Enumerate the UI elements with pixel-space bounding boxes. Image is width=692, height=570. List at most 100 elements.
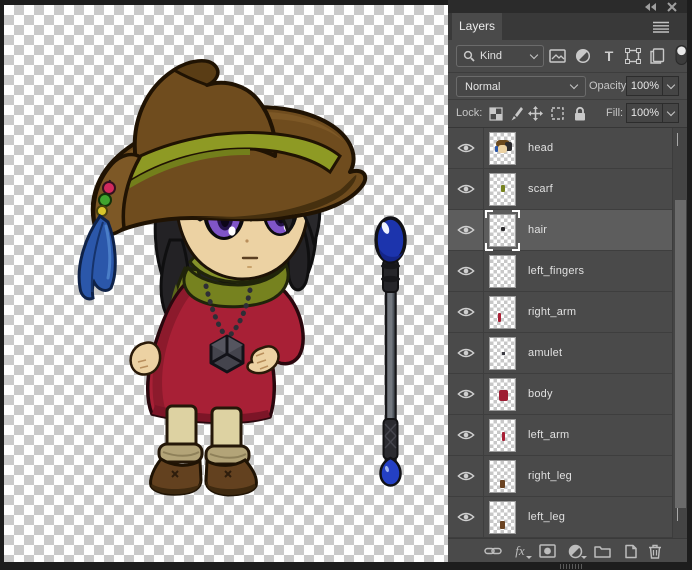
scrollbar-thumb[interactable] [675, 200, 686, 508]
panel-resize-grip[interactable] [560, 564, 582, 569]
layer-row-right_arm[interactable]: right_arm [448, 292, 672, 333]
new-layer-icon[interactable] [620, 542, 638, 560]
smart-object-filter-icon[interactable] [648, 47, 666, 65]
visibility-toggle[interactable] [448, 333, 484, 373]
layer-name[interactable]: left_leg [528, 497, 565, 538]
scroll-down-icon[interactable] [677, 508, 678, 521]
layer-row-head[interactable]: head [448, 128, 672, 169]
visibility-toggle[interactable] [448, 456, 484, 496]
lock-artboard-icon[interactable] [550, 106, 565, 121]
layer-row-right_leg[interactable]: right_leg [448, 456, 672, 497]
kind-filter-dropdown[interactable]: Kind [456, 45, 544, 67]
add-layer-mask-icon[interactable] [538, 542, 556, 560]
layer-thumbnail[interactable] [489, 460, 516, 493]
eye-icon [456, 512, 475, 522]
layer-row-left_fingers[interactable]: left_fingers [448, 251, 672, 292]
layer-thumbnail[interactable] [489, 173, 516, 206]
blend-mode-dropdown[interactable]: Normal [456, 76, 586, 97]
layer-name[interactable]: left_fingers [528, 251, 584, 292]
layer-row-scarf[interactable]: scarf [448, 169, 672, 210]
chevron-down-icon [529, 50, 539, 59]
close-icon[interactable] [665, 2, 679, 12]
layer-thumbnail[interactable] [489, 214, 516, 247]
window-frame-top [0, 0, 448, 5]
character-art [77, 59, 368, 497]
blend-row: Normal Opacity: 100% [448, 73, 687, 100]
layer-row-left_leg[interactable]: left_leg [448, 497, 672, 538]
layer-name[interactable]: right_leg [528, 456, 572, 497]
eye-icon [456, 307, 475, 317]
opacity-label: Opacity: [589, 80, 630, 92]
visibility-toggle[interactable] [448, 415, 484, 455]
panel-dock-header [448, 0, 687, 13]
eye-icon [456, 184, 475, 194]
kind-filter-value: Kind [480, 50, 503, 62]
layers-toolbar: fx [448, 538, 687, 562]
layer-name[interactable]: hair [528, 210, 547, 251]
layer-thumbnail[interactable] [489, 419, 516, 452]
layer-row-body[interactable]: body [448, 374, 672, 415]
fill-label: Fill: [606, 107, 624, 119]
visibility-toggle[interactable] [448, 169, 484, 209]
visibility-toggle[interactable] [448, 210, 484, 250]
eye-icon [456, 266, 475, 276]
delete-layer-icon[interactable] [646, 542, 664, 560]
character-artwork [77, 59, 407, 497]
staff-art [374, 216, 407, 487]
new-group-icon[interactable] [593, 542, 611, 560]
chevron-down-icon [569, 80, 579, 90]
visibility-toggle[interactable] [448, 292, 484, 332]
lock-pixels-icon[interactable] [508, 106, 523, 121]
new-adjustment-layer-icon[interactable] [566, 542, 587, 560]
eye-icon [456, 471, 475, 481]
type-layer-filter-icon[interactable]: T [600, 47, 618, 65]
layer-thumbnail[interactable] [489, 255, 516, 288]
adjustment-layer-filter-icon[interactable] [574, 47, 592, 65]
layer-name[interactable]: head [528, 128, 553, 169]
lock-all-icon[interactable] [572, 106, 587, 121]
tab-layers[interactable]: Layers [452, 13, 502, 40]
panel-right-edge [687, 0, 692, 570]
collapse-panels-icon[interactable] [643, 2, 657, 12]
panel-bottom-bar [448, 562, 687, 570]
visibility-toggle[interactable] [448, 374, 484, 414]
lock-position-icon[interactable] [528, 106, 543, 121]
layer-style-icon[interactable]: fx [511, 542, 532, 560]
eye-icon [456, 389, 475, 399]
scroll-up-icon[interactable] [677, 133, 678, 146]
layers-scrollbar[interactable] [672, 128, 687, 538]
layer-row-hair[interactable]: hair [448, 210, 672, 251]
visibility-toggle[interactable] [448, 128, 484, 168]
blend-mode-value: Normal [465, 80, 501, 93]
layer-thumbnail[interactable] [489, 501, 516, 534]
opacity-value[interactable]: 100% [626, 76, 663, 96]
layer-name[interactable]: scarf [528, 169, 553, 210]
layers-list: head scarf hair left_fingers right_arm a… [448, 128, 672, 538]
layer-name[interactable]: amulet [528, 333, 562, 374]
filter-row: Kind T [448, 40, 687, 73]
window-frame-bottom [0, 562, 448, 570]
pixel-layer-filter-icon[interactable] [548, 47, 566, 65]
layer-thumbnail[interactable] [489, 337, 516, 370]
lock-transparency-icon[interactable] [488, 106, 503, 121]
layer-row-left_arm[interactable]: left_arm [448, 415, 672, 456]
fill-dropdown-button[interactable] [662, 103, 679, 123]
visibility-toggle[interactable] [448, 497, 484, 537]
visibility-toggle[interactable] [448, 251, 484, 291]
layer-row-amulet[interactable]: amulet [448, 333, 672, 374]
layer-thumbnail[interactable] [489, 378, 516, 411]
eye-icon [456, 143, 475, 153]
photoshop-window: Layers Kind T Normal Opacity: 100% Lock:… [0, 0, 692, 570]
layer-name[interactable]: left_arm [528, 415, 569, 456]
layer-thumbnail[interactable] [489, 132, 516, 165]
shape-layer-filter-icon[interactable] [624, 47, 642, 65]
fill-value[interactable]: 100% [626, 103, 663, 123]
eye-icon [456, 430, 475, 440]
canvas[interactable] [4, 5, 448, 562]
opacity-dropdown-button[interactable] [662, 76, 679, 96]
link-layers-icon[interactable] [484, 542, 502, 560]
layer-name[interactable]: right_arm [528, 292, 576, 333]
layer-name[interactable]: body [528, 374, 553, 415]
panel-menu-icon[interactable] [653, 21, 669, 33]
layer-thumbnail[interactable] [489, 296, 516, 329]
